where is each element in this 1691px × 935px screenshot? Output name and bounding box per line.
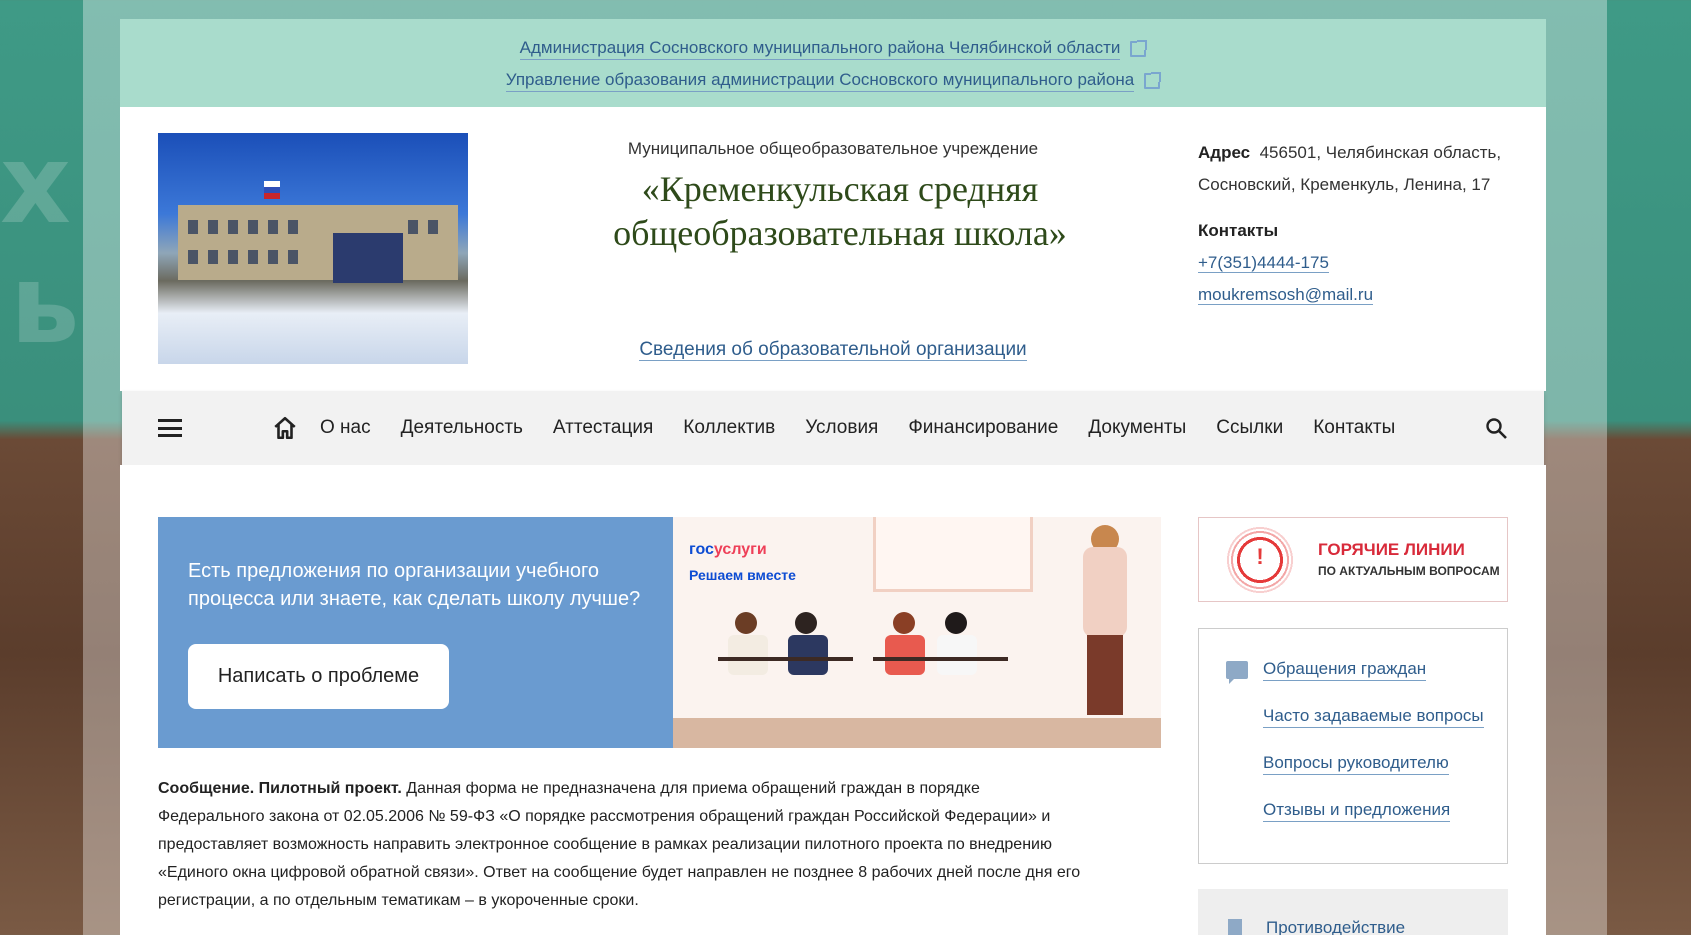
top-links-bar: Администрация Сосновского муниципального… [120, 19, 1546, 107]
home-icon[interactable] [272, 415, 298, 441]
hotline-banner[interactable]: ! ГОРЯЧИЕ ЛИНИИ ПО АКТУАЛЬНЫМ ВОПРОСАМ [1198, 517, 1508, 602]
nav-item-links[interactable]: Ссылки [1216, 417, 1283, 439]
phone-link[interactable]: +7(351)4444-175 [1198, 253, 1329, 273]
menu-icon[interactable] [158, 419, 182, 437]
gosuslugi-slogan: Решаем вместе [689, 567, 796, 583]
contacts-label: Контакты [1198, 221, 1279, 240]
org-title: «Кременкульская средняя общеобразователь… [613, 169, 1067, 253]
address-line2: Сосновский, Кременкуль, Ленина, 17 [1198, 175, 1491, 194]
window-shape [873, 517, 1033, 592]
feedback-banner: Есть предложения по организации учебного… [158, 517, 1161, 748]
entrance-shape [333, 233, 403, 283]
nav-item-contacts[interactable]: Контакты [1313, 417, 1395, 439]
info-link[interactable]: Сведения об образовательной организации [639, 339, 1027, 361]
side-link-director-questions[interactable]: Вопросы руководителю [1263, 752, 1449, 775]
site-header: Муниципальное общеобразовательное учрежд… [120, 107, 1546, 391]
notice-bold: Сообщение. Пилотный проект. [158, 780, 402, 797]
address-label: Адрес [1198, 143, 1251, 162]
top-link-administration[interactable]: Администрация Сосновского муниципального… [519, 37, 1121, 60]
alert-icon: ! [1225, 525, 1295, 595]
email-link[interactable]: moukremsosh@mail.ru [1198, 285, 1374, 305]
flag-icon [1228, 919, 1242, 935]
school-photo [158, 133, 468, 364]
notice-text: Сообщение. Пилотный проект. Данная форма… [158, 775, 1088, 915]
address-line1: 456501, Челябинская область, [1259, 143, 1502, 162]
nav-item-staff[interactable]: Коллектив [683, 417, 775, 439]
flag-shape [264, 181, 280, 199]
appeals-links-box: Обращения граждан Часто задаваемые вопро… [1198, 628, 1508, 864]
top-link-education-department[interactable]: Управление образования администрации Сос… [505, 69, 1135, 92]
write-problem-button[interactable]: Написать о проблеме [188, 644, 449, 709]
gosuslugi-logo: госуслуги [689, 541, 767, 558]
nav-item-conditions[interactable]: Условия [805, 417, 878, 439]
banner-text: Есть предложения по организации учебного… [188, 560, 641, 610]
contacts-block: Адрес 456501, Челябинская область, Сосно… [1198, 137, 1518, 311]
side-link-appeals[interactable]: Обращения граждан [1263, 658, 1427, 681]
side-link-anticorruption[interactable]: Противодействие [1266, 917, 1405, 935]
nav-item-documents[interactable]: Документы [1088, 417, 1186, 439]
nav-item-finance[interactable]: Финансирование [908, 417, 1058, 439]
main-nav: О нас Деятельность Аттестация Коллектив … [122, 391, 1544, 465]
nav-item-about[interactable]: О нас [320, 417, 371, 439]
external-link-icon [1130, 39, 1148, 57]
external-link-icon [1144, 71, 1162, 89]
nav-item-activity[interactable]: Деятельность [401, 417, 523, 439]
nav-item-attestation[interactable]: Аттестация [553, 417, 653, 439]
main-content: Есть предложения по организации учебного… [120, 465, 1546, 935]
hotline-title: ГОРЯЧИЕ ЛИНИИ [1318, 540, 1465, 559]
hotline-subtitle: ПО АКТУАЛЬНЫМ ВОПРОСАМ [1318, 564, 1500, 578]
side-link-faq[interactable]: Часто задаваемые вопросы [1263, 705, 1484, 728]
banner-illustration: госуслуги Решаем вместе [673, 517, 1161, 748]
chat-icon [1226, 661, 1248, 684]
building-shape [178, 205, 458, 280]
background-decoration: ь [10, 240, 80, 368]
notice-body: Данная форма не предназначена для приема… [158, 780, 1081, 909]
anticorruption-box: Противодействие [1198, 889, 1508, 935]
search-icon[interactable] [1484, 416, 1508, 440]
floor-shape [673, 718, 1161, 748]
background-decoration: x [0, 120, 71, 248]
side-link-feedback[interactable]: Отзывы и предложения [1263, 799, 1451, 822]
